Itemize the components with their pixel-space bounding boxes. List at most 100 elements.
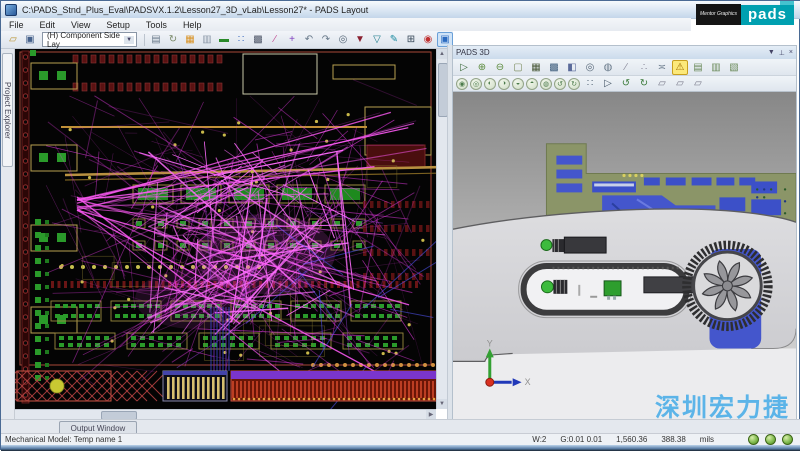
search-3d-icon[interactable]: ◍ bbox=[600, 60, 616, 75]
redo-icon[interactable]: ↷ bbox=[318, 32, 334, 47]
menu-item-file[interactable]: File bbox=[1, 20, 32, 30]
status-green-indicator[interactable] bbox=[782, 434, 793, 445]
dock-tab-row: Output Window bbox=[1, 419, 800, 433]
menu-item-edit[interactable]: Edit bbox=[32, 20, 64, 30]
output-window-tab-label: Output Window bbox=[71, 424, 126, 433]
rotate-ccw-icon[interactable]: ↺ bbox=[618, 76, 634, 91]
pads-3d-panel-title: PADS 3D bbox=[456, 48, 490, 57]
toolbar-separator bbox=[144, 34, 145, 46]
export-3d-icon[interactable]: ▥ bbox=[708, 60, 724, 75]
select-cursor-icon[interactable]: ▷ bbox=[600, 76, 616, 91]
window-title: C:\PADS_Stnd_Plus_Eval\PADSVX.1.2\Lesson… bbox=[22, 5, 368, 15]
fit-view-icon[interactable]: ▢ bbox=[510, 60, 526, 75]
view-back-icon[interactable]: ◑ bbox=[498, 78, 510, 90]
view-right-icon[interactable]: ◓ bbox=[526, 78, 538, 90]
main-toolbar: ▱▣ (H) Component Side Lay ▼ ▤↻▦▥▬∷▩∕+↶↷◎… bbox=[1, 31, 453, 49]
snapshot-3-icon[interactable]: ▱ bbox=[690, 76, 706, 91]
component-view-icon[interactable]: ◧ bbox=[564, 60, 580, 75]
panel-close-icon[interactable]: × bbox=[789, 49, 793, 57]
layer-selector[interactable]: (H) Component Side Lay ▼ bbox=[42, 32, 137, 47]
status-model-info: Mechanical Model: Temp name 1 bbox=[5, 435, 122, 444]
scroll-right-arrow[interactable]: ▶ bbox=[426, 410, 436, 419]
mentor-graphics-logo: Mentor Graphics bbox=[696, 4, 741, 25]
view-bottom-icon[interactable]: ◎ bbox=[470, 78, 482, 90]
horizontal-scrollbar[interactable]: ▶ bbox=[15, 409, 436, 419]
move-mode-icon[interactable]: + bbox=[284, 32, 300, 47]
view-isometric-icon[interactable]: ◍ bbox=[540, 78, 552, 90]
layer-selector-value: (H) Component Side Lay bbox=[47, 31, 121, 49]
zoom-out-3d-icon[interactable]: ⊖ bbox=[492, 60, 508, 75]
vertical-scrollbar[interactable]: ▲ ▼ bbox=[436, 49, 447, 409]
board-view-icon[interactable]: ▦ bbox=[528, 60, 544, 75]
snapshot-1-icon[interactable]: ▱ bbox=[654, 76, 670, 91]
pads-layout-window: { "window": { "title": "C:\\PADS_Stnd_Pl… bbox=[0, 0, 800, 450]
realistic-view-icon[interactable]: ▩ bbox=[546, 60, 562, 75]
axis-x-label: X bbox=[525, 377, 531, 387]
grid-points-icon[interactable]: ∷ bbox=[582, 76, 598, 91]
pcb-design-graphic bbox=[15, 49, 436, 409]
verify-design-icon[interactable]: ◉ bbox=[420, 32, 436, 47]
menu-item-setup[interactable]: Setup bbox=[98, 20, 138, 30]
panel-menu-icon[interactable]: ▼ bbox=[768, 49, 775, 57]
menu-bar: FileEditViewSetupToolsHelp bbox=[1, 18, 691, 31]
design-toolbar-icon[interactable]: ▦ bbox=[182, 32, 198, 47]
project-explorer-tab[interactable]: Project Explorer bbox=[2, 53, 13, 167]
menu-item-help[interactable]: Help bbox=[175, 20, 210, 30]
scroll-down-arrow[interactable]: ▼ bbox=[437, 399, 447, 409]
menu-item-tools[interactable]: Tools bbox=[138, 20, 175, 30]
grid-icon[interactable]: ∷ bbox=[233, 32, 249, 47]
pads-logo: pads bbox=[741, 5, 794, 25]
status-coord-x: 1,560.36 bbox=[616, 435, 647, 444]
save-file-icon[interactable]: ▣ bbox=[22, 32, 38, 47]
zoom-in-3d-icon[interactable]: ⊕ bbox=[474, 60, 490, 75]
status-green-indicator[interactable] bbox=[765, 434, 776, 445]
3d-viewport[interactable]: Y X 深圳宏力捷 bbox=[453, 92, 796, 426]
snapshot-2-icon[interactable]: ▱ bbox=[672, 76, 688, 91]
select-3d-icon[interactable]: ▷ bbox=[456, 60, 472, 75]
status-indicators bbox=[746, 434, 793, 445]
zoom-window-icon[interactable]: ◎ bbox=[582, 60, 598, 75]
layout-canvas[interactable] bbox=[15, 49, 436, 409]
view-front-icon[interactable]: ◐ bbox=[484, 78, 496, 90]
print-icon[interactable]: ▤ bbox=[148, 32, 164, 47]
report-icon[interactable]: ▤ bbox=[690, 60, 706, 75]
drc-warning-icon[interactable]: ⚠ bbox=[672, 60, 688, 75]
photo-view-icon[interactable]: ▩ bbox=[250, 32, 266, 47]
rotate-cw-icon[interactable]: ↻ bbox=[636, 76, 652, 91]
view-spin-ccw-icon[interactable]: ↺ bbox=[554, 78, 566, 90]
brand-logo: Mentor Graphics pads bbox=[696, 4, 794, 25]
panel-pin-icon[interactable]: ⊥ bbox=[779, 49, 785, 57]
view-top-icon[interactable]: ◉ bbox=[456, 78, 468, 90]
add-connection-icon[interactable]: ∕ bbox=[267, 32, 283, 47]
display-colors-icon[interactable]: ▼ bbox=[352, 32, 368, 47]
display-filter-icon[interactable]: ▽ bbox=[369, 32, 385, 47]
cleanup-icon[interactable]: ✎ bbox=[386, 32, 402, 47]
project-explorer-tab-label: Project Explorer bbox=[3, 82, 12, 139]
info-3d-icon[interactable]: ▧ bbox=[726, 60, 742, 75]
pads-3d-view-toolbar: ◉◎◐◑◒◓◍↺↻∷▷↺↻▱▱▱ bbox=[453, 76, 796, 92]
status-units[interactable]: mils bbox=[700, 435, 714, 444]
scroll-up-arrow[interactable]: ▲ bbox=[437, 49, 447, 59]
app-icon bbox=[5, 4, 17, 16]
measure-point-icon[interactable]: ∴ bbox=[636, 60, 652, 75]
menu-item-view[interactable]: View bbox=[63, 20, 98, 30]
pads-3d-panel-header[interactable]: PADS 3D ▼ ⊥ × bbox=[453, 46, 796, 59]
snap-icon[interactable]: ≍ bbox=[654, 60, 670, 75]
measure-icon[interactable]: ∕ bbox=[618, 60, 634, 75]
undo-icon[interactable]: ↶ bbox=[301, 32, 317, 47]
3d-scene: Y X bbox=[453, 92, 796, 426]
board-outline-icon[interactable]: ▬ bbox=[216, 32, 232, 47]
view-left-icon[interactable]: ◒ bbox=[512, 78, 524, 90]
refresh-icon[interactable]: ↻ bbox=[165, 32, 181, 47]
open-file-icon[interactable]: ▱ bbox=[5, 32, 21, 47]
title-bar[interactable]: C:\PADS_Stnd_Plus_Eval\PADSVX.1.2\Lesson… bbox=[1, 1, 800, 19]
status-line-width: W:2 bbox=[532, 435, 546, 444]
component-connector-slot bbox=[541, 280, 567, 294]
chevron-down-icon: ▼ bbox=[124, 36, 134, 44]
zoom-icon[interactable]: ◎ bbox=[335, 32, 351, 47]
status-coord-y: 388.38 bbox=[661, 435, 685, 444]
selection-filter-icon[interactable]: ⊞ bbox=[403, 32, 419, 47]
view-spin-cw-icon[interactable]: ↻ bbox=[568, 78, 580, 90]
status-green-indicator[interactable] bbox=[748, 434, 759, 445]
project-explorer-toggle-icon[interactable]: ▥ bbox=[199, 32, 215, 47]
